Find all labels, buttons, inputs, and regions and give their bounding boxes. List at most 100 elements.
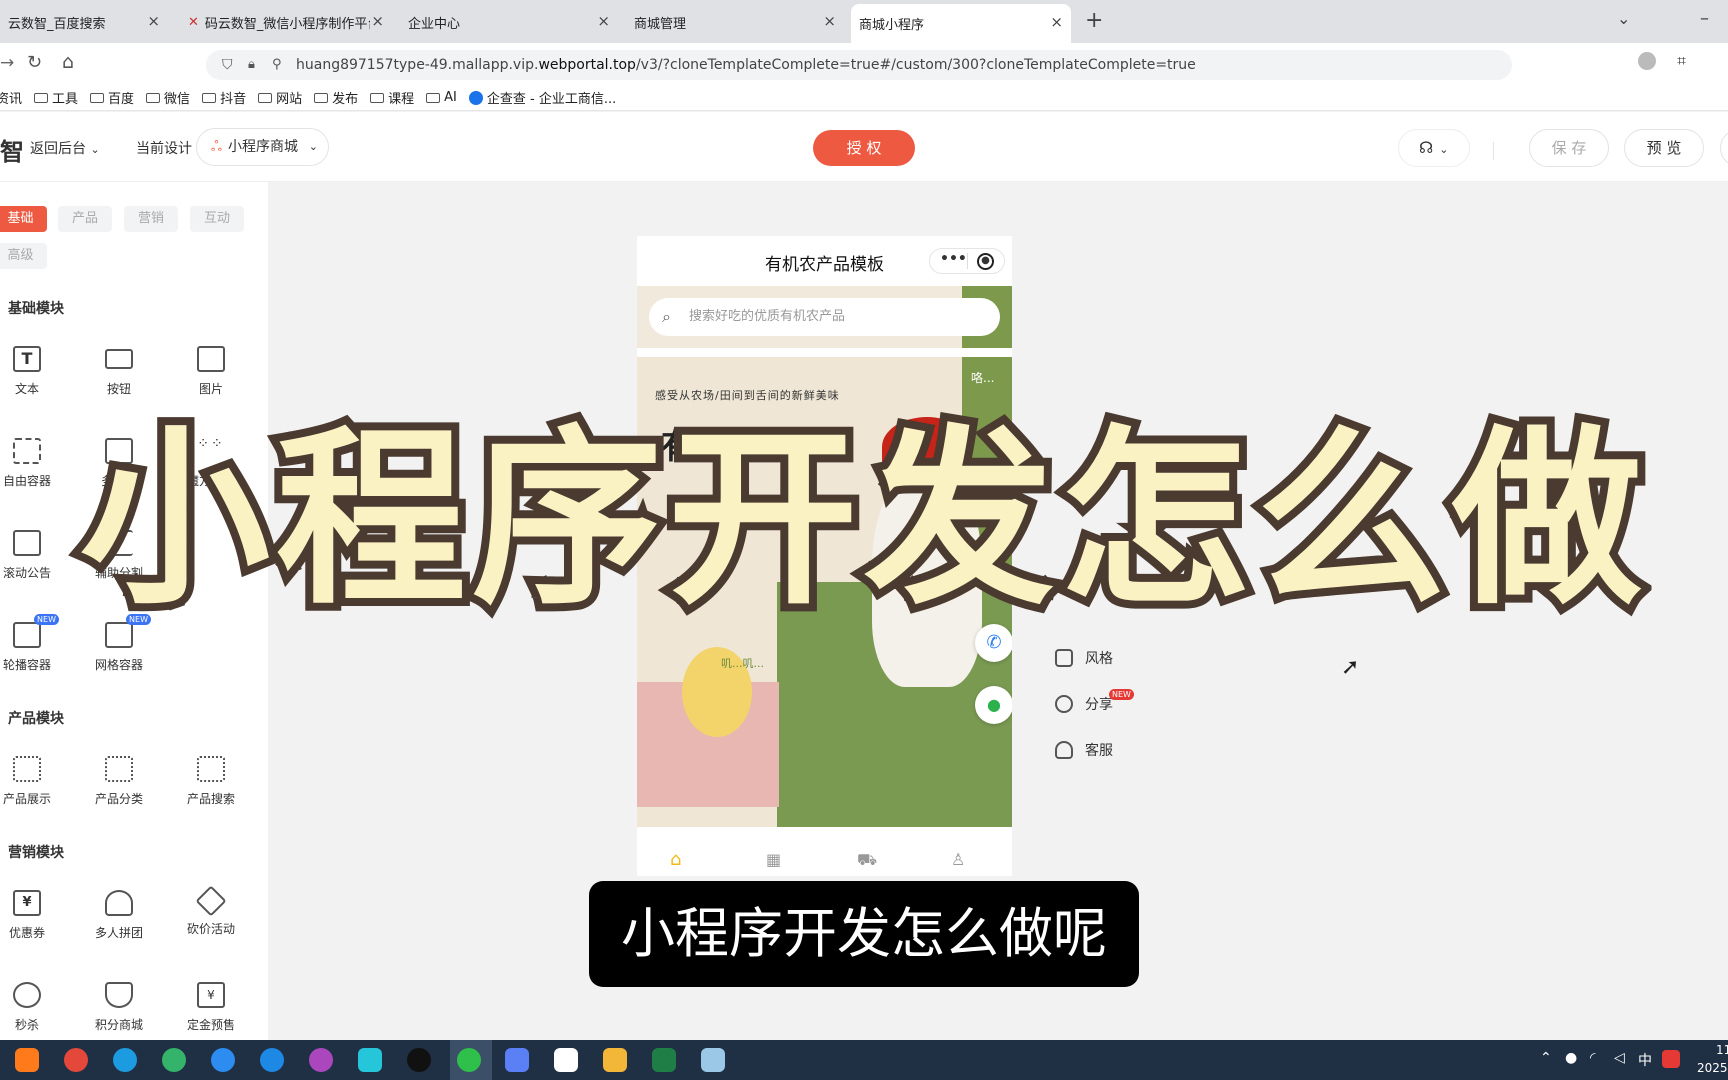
360-browser-icon[interactable]	[162, 1048, 186, 1072]
reload-icon[interactable]: ↻	[27, 52, 42, 73]
chevron-up-icon[interactable]: ⌃	[1540, 1050, 1552, 1066]
tab-enterprise[interactable]: 企业中心 ×	[400, 6, 618, 38]
minimize-icon[interactable]: –	[1700, 8, 1709, 29]
component-image[interactable]: 图片	[175, 346, 247, 397]
component-product-category[interactable]: 产品分类	[83, 756, 155, 807]
menu-style[interactable]: 风格	[1055, 648, 1113, 668]
component-label: 产品分类	[94, 792, 143, 806]
bookmark[interactable]: 企查查 - 企业工商信...	[468, 88, 616, 107]
close-target-icon[interactable]: ●	[977, 253, 994, 270]
crop-icon[interactable]: ⌗	[1677, 51, 1686, 71]
qq-browser-icon[interactable]	[260, 1048, 284, 1072]
url-field[interactable]: ⛉ 🔒︎ ⚲ huang897157type-49.mallapp.vip.we…	[206, 50, 1512, 80]
bookmark[interactable]: 抖音	[202, 88, 246, 107]
tab-label: 商城管理	[634, 16, 687, 32]
tab-mall-miniprogram[interactable]: 商城小程序 ×	[851, 4, 1071, 43]
folder-icon	[370, 92, 385, 103]
search-icon: ⌕	[662, 307, 671, 326]
lock-icon: 🔒︎	[248, 57, 255, 72]
component-coupon[interactable]: ¥ 优惠券	[0, 890, 63, 941]
network-icon[interactable]: ◜	[1590, 1050, 1595, 1066]
component-button[interactable]: 按钮	[83, 346, 155, 397]
component-label: 按钮	[106, 382, 131, 396]
tab-advanced[interactable]: 高级	[0, 243, 47, 269]
bookmark-label: 百度	[108, 92, 135, 107]
support-button[interactable]: ☊ ⌄	[1398, 129, 1470, 167]
file-explorer-icon[interactable]	[603, 1048, 627, 1072]
forward-icon[interactable]: →	[0, 53, 14, 73]
excel-icon[interactable]	[652, 1048, 676, 1072]
component-text[interactable]: T 文本	[0, 346, 63, 397]
back-to-admin-button[interactable]: 返回后台 ⌄	[30, 138, 100, 158]
tab-baidu-search[interactable]: 云数智_百度搜索 ×	[0, 6, 168, 38]
extension-icon[interactable]	[1638, 52, 1656, 70]
phone-search-input[interactable]: ⌕ 搜索好吃的优质有机农产品	[649, 298, 1000, 336]
component-bargain[interactable]: 砍价活动	[175, 885, 247, 937]
tab-marketing[interactable]: 营销	[124, 206, 178, 232]
bookmark[interactable]: 课程	[370, 88, 414, 107]
close-icon[interactable]: ×	[597, 12, 610, 30]
edge-icon[interactable]	[113, 1048, 137, 1072]
category-icon[interactable]: ▦	[766, 850, 781, 869]
chrome-icon[interactable]	[64, 1048, 88, 1072]
design-select[interactable]: ஃ 小程序商城 ⌄	[196, 128, 329, 166]
component-product-display[interactable]: 产品展示	[0, 756, 63, 807]
tab-interaction[interactable]: 互动	[190, 206, 244, 232]
close-icon[interactable]: ×	[147, 12, 160, 30]
component-product-search[interactable]: 产品搜索	[175, 756, 247, 807]
volume-icon[interactable]: ◁	[1614, 1050, 1625, 1066]
component-flash-sale[interactable]: 秒杀	[0, 982, 63, 1033]
tab-basic[interactable]: 基础	[0, 206, 47, 232]
section-product-heading: 产品模块	[8, 711, 64, 727]
search-grid-icon	[197, 756, 225, 782]
home-icon[interactable]: ⌂	[62, 51, 74, 73]
firefox-icon[interactable]	[15, 1048, 39, 1072]
product-grid-icon	[13, 756, 41, 782]
component-deposit-presale[interactable]: ¥ 定金预售	[175, 982, 247, 1033]
menu-share[interactable]: 分享 NEW	[1055, 688, 1138, 714]
bookmark[interactable]: 网站	[258, 88, 302, 107]
close-icon[interactable]: ×	[823, 12, 836, 30]
tab-mayun[interactable]: ✕ 码云数智_微信小程序制作平台_ ×	[180, 6, 392, 38]
user-icon[interactable]: ♙	[951, 850, 965, 869]
more-button[interactable]	[1720, 129, 1728, 167]
component-group-buy[interactable]: 多人拼团	[83, 890, 155, 941]
component-label: 图片	[198, 382, 223, 396]
tab-product[interactable]: 产品	[58, 206, 112, 232]
capsule-menu[interactable]: ••• ●	[929, 248, 1005, 274]
authorize-button[interactable]: 授 权	[813, 130, 915, 166]
microphone-icon[interactable]: ●	[1565, 1050, 1577, 1066]
bookmark[interactable]: 发布	[314, 88, 358, 107]
bookmark[interactable]: 百度	[90, 88, 134, 107]
bookmark[interactable]: AI	[426, 90, 457, 105]
close-icon[interactable]: ×	[371, 12, 384, 30]
sogou-browser-icon[interactable]	[211, 1048, 235, 1072]
app-icon[interactable]	[554, 1048, 578, 1072]
bookmark[interactable]: 微信	[146, 88, 190, 107]
component-points-mall[interactable]: 积分商城	[83, 982, 155, 1033]
bookmark[interactable]: 工具	[34, 88, 78, 107]
new-tab-icon[interactable]: +	[1085, 8, 1103, 33]
sogou-ime-icon[interactable]	[1662, 1050, 1680, 1068]
feishu-icon[interactable]	[505, 1048, 529, 1072]
ime-indicator[interactable]: 中	[1638, 1050, 1652, 1070]
notepad-icon[interactable]	[701, 1048, 725, 1072]
wechat-icon[interactable]: ●	[975, 686, 1012, 724]
settings-app-icon[interactable]	[358, 1048, 382, 1072]
qq-icon[interactable]	[407, 1048, 431, 1072]
cart-icon[interactable]: ⛟	[857, 850, 877, 871]
url-domain: webportal.top	[538, 57, 636, 73]
menu-service[interactable]: 客服	[1055, 740, 1113, 760]
save-button[interactable]: 保 存	[1529, 129, 1609, 167]
colorful-browser-icon[interactable]	[309, 1048, 333, 1072]
chevron-down-icon[interactable]: ⌄	[1617, 9, 1630, 28]
close-icon[interactable]: ×	[1050, 13, 1063, 31]
home-icon[interactable]: ⌂	[670, 849, 681, 870]
wechat-taskbar-icon[interactable]	[457, 1048, 481, 1072]
folder-icon	[90, 92, 105, 103]
tab-mall-manage[interactable]: 商城管理 ×	[626, 6, 844, 38]
more-dots-icon[interactable]: •••	[940, 251, 967, 267]
folder-icon	[258, 92, 273, 103]
bookmark[interactable]: 资讯	[0, 88, 22, 107]
preview-button[interactable]: 预 览	[1624, 129, 1704, 167]
